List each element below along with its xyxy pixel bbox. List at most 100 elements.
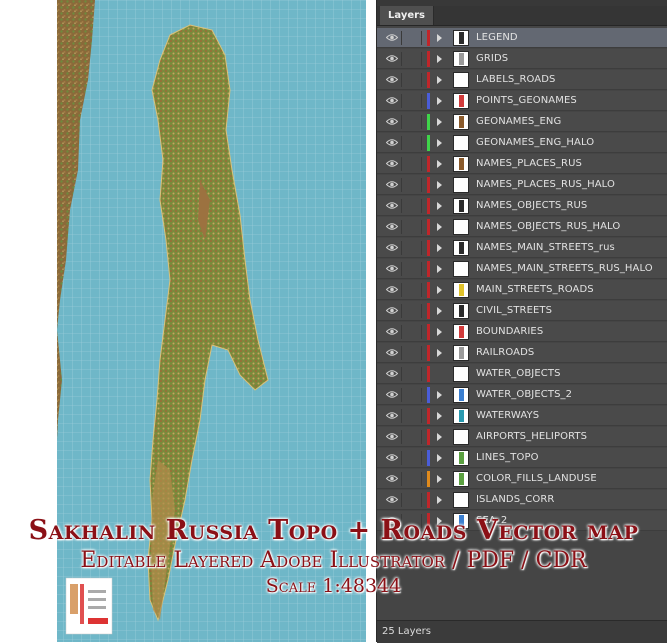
expand-arrow-icon[interactable] (437, 160, 442, 168)
visibility-toggle[interactable] (383, 31, 402, 45)
expand-arrow-icon[interactable] (437, 454, 442, 462)
visibility-toggle[interactable] (383, 262, 402, 276)
layer-row[interactable]: WATER_OBJECTS_2 (377, 385, 667, 405)
layer-row[interactable]: ISLANDS_CORR (377, 490, 667, 510)
expand-arrow-icon[interactable] (437, 55, 442, 63)
expand-arrow-icon[interactable] (437, 286, 442, 294)
visibility-toggle[interactable] (383, 241, 402, 255)
layer-row[interactable]: NAMES_MAIN_STREETS_RUS_HALO (377, 259, 667, 279)
expand-arrow-icon[interactable] (437, 244, 442, 252)
lock-toggle[interactable] (403, 94, 422, 108)
layer-row[interactable]: NAMES_OBJECTS_RUS (377, 196, 667, 216)
visibility-toggle[interactable] (383, 220, 402, 234)
lock-toggle[interactable] (403, 178, 422, 192)
layer-row[interactable]: WATERWAYS (377, 406, 667, 426)
eye-icon (386, 349, 398, 356)
layer-row[interactable]: AIRPORTS_HELIPORTS (377, 427, 667, 447)
lock-toggle[interactable] (403, 388, 422, 402)
layer-row[interactable]: RAILROADS (377, 343, 667, 363)
layer-row[interactable]: LABELS_ROADS (377, 70, 667, 90)
layer-row[interactable]: POINTS_GEONAMES (377, 91, 667, 111)
lock-toggle[interactable] (403, 304, 422, 318)
layer-row[interactable]: LEGEND (377, 28, 667, 48)
expand-arrow-icon[interactable] (437, 496, 442, 504)
visibility-toggle[interactable] (383, 199, 402, 213)
layer-name: WATER_OBJECTS (476, 368, 561, 379)
lock-toggle[interactable] (403, 199, 422, 213)
visibility-toggle[interactable] (383, 73, 402, 87)
layer-row[interactable]: CIVIL_STREETS (377, 301, 667, 321)
visibility-toggle[interactable] (383, 52, 402, 66)
visibility-toggle[interactable] (383, 409, 402, 423)
lock-toggle[interactable] (403, 451, 422, 465)
lock-toggle[interactable] (403, 220, 422, 234)
layer-name: POINTS_GEONAMES (476, 95, 577, 106)
lock-toggle[interactable] (403, 409, 422, 423)
expand-arrow-icon[interactable] (437, 433, 442, 441)
visibility-toggle[interactable] (383, 493, 402, 507)
lock-toggle[interactable] (403, 346, 422, 360)
lock-toggle[interactable] (403, 31, 422, 45)
expand-arrow-icon[interactable] (437, 223, 442, 231)
visibility-toggle[interactable] (383, 283, 402, 297)
visibility-toggle[interactable] (383, 472, 402, 486)
panel-tabstrip: Layers (377, 6, 667, 26)
layer-row[interactable]: WATER_OBJECTS (377, 364, 667, 384)
layer-row[interactable]: MAIN_STREETS_ROADS (377, 280, 667, 300)
lock-toggle[interactable] (403, 325, 422, 339)
expand-arrow-icon[interactable] (437, 412, 442, 420)
layer-row[interactable]: BOUNDARIES (377, 322, 667, 342)
visibility-toggle[interactable] (383, 451, 402, 465)
visibility-toggle[interactable] (383, 388, 402, 402)
lock-toggle[interactable] (403, 73, 422, 87)
expand-arrow-icon[interactable] (437, 76, 442, 84)
visibility-toggle[interactable] (383, 157, 402, 171)
visibility-toggle[interactable] (383, 367, 402, 381)
expand-arrow-icon[interactable] (437, 34, 442, 42)
layer-row[interactable]: NAMES_MAIN_STREETS_rus (377, 238, 667, 258)
expand-arrow-icon[interactable] (437, 139, 442, 147)
lock-toggle[interactable] (403, 472, 422, 486)
expand-arrow-icon[interactable] (437, 307, 442, 315)
expand-arrow-icon[interactable] (437, 118, 442, 126)
tab-layers[interactable]: Layers (380, 6, 434, 25)
lock-toggle[interactable] (403, 367, 422, 381)
visibility-toggle[interactable] (383, 304, 402, 318)
lock-toggle[interactable] (403, 136, 422, 150)
layer-name: MAIN_STREETS_ROADS (476, 284, 594, 295)
layer-row[interactable]: GEONAMES_ENG (377, 112, 667, 132)
visibility-toggle[interactable] (383, 115, 402, 129)
layer-row[interactable]: NAMES_PLACES_RUS (377, 154, 667, 174)
layer-row[interactable]: NAMES_OBJECTS_RUS_HALO (377, 217, 667, 237)
lock-toggle[interactable] (403, 430, 422, 444)
expand-arrow-icon[interactable] (437, 265, 442, 273)
expand-arrow-icon[interactable] (437, 181, 442, 189)
layer-row[interactable]: NAMES_PLACES_RUS_HALO (377, 175, 667, 195)
lock-toggle[interactable] (403, 283, 422, 297)
lock-toggle[interactable] (403, 115, 422, 129)
visibility-toggle[interactable] (383, 430, 402, 444)
expand-arrow-icon[interactable] (437, 391, 442, 399)
layer-thumbnail (453, 261, 469, 277)
thumbnail-mark (459, 326, 464, 338)
visibility-toggle[interactable] (383, 325, 402, 339)
layer-row[interactable]: LINES_TOPO (377, 448, 667, 468)
expand-arrow-icon[interactable] (437, 475, 442, 483)
thumbnail-mark (459, 158, 464, 170)
layer-row[interactable]: COLOR_FILLS_LANDUSE (377, 469, 667, 489)
lock-toggle[interactable] (403, 157, 422, 171)
visibility-toggle[interactable] (383, 178, 402, 192)
expand-arrow-icon[interactable] (437, 349, 442, 357)
expand-arrow-icon[interactable] (437, 97, 442, 105)
lock-toggle[interactable] (403, 493, 422, 507)
expand-arrow-icon[interactable] (437, 202, 442, 210)
lock-toggle[interactable] (403, 241, 422, 255)
layer-row[interactable]: GEONAMES_ENG_HALO (377, 133, 667, 153)
layer-row[interactable]: GRIDS (377, 49, 667, 69)
visibility-toggle[interactable] (383, 136, 402, 150)
lock-toggle[interactable] (403, 262, 422, 276)
visibility-toggle[interactable] (383, 346, 402, 360)
visibility-toggle[interactable] (383, 94, 402, 108)
lock-toggle[interactable] (403, 52, 422, 66)
expand-arrow-icon[interactable] (437, 328, 442, 336)
